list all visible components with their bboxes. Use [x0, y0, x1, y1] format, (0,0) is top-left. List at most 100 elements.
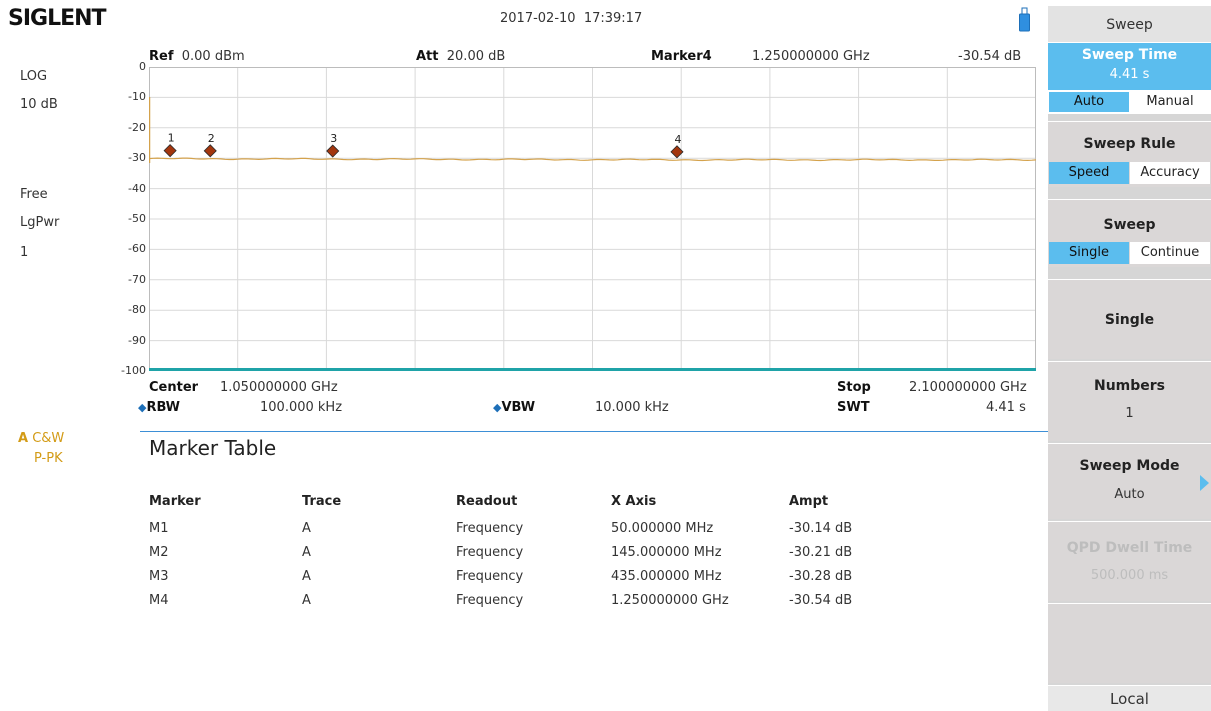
sweep-mode-value: Auto — [1114, 487, 1145, 502]
y-tick-label: -70 — [128, 272, 146, 286]
swt-label: SWT — [837, 400, 870, 415]
y-tick-label: -100 — [121, 364, 146, 377]
marker-table-cell: -30.28 dB — [789, 569, 853, 584]
stop-label: Stop — [837, 380, 871, 395]
marker-table-header: Ampt — [789, 494, 829, 509]
y-tick-label: -30 — [128, 151, 146, 165]
marker-4-label: 4 — [674, 133, 681, 146]
marker-1-diamond[interactable] — [163, 144, 177, 158]
marker-table-cell: 50.000000 MHz — [611, 521, 714, 536]
trace-mode: C&W — [32, 431, 65, 446]
sweep-time-value: 4.41 s — [1109, 67, 1150, 82]
avg-type: LgPwr — [20, 215, 60, 230]
graph-grid — [149, 67, 1036, 371]
marker-table-cell: M1 — [149, 521, 169, 536]
y-tick-label: -50 — [128, 212, 146, 225]
detector-mode: P-PK — [34, 451, 63, 466]
sweep-time-manual[interactable]: Manual — [1130, 92, 1210, 112]
trigger-mode: Free — [20, 187, 48, 202]
marker-table-cell: A — [302, 545, 311, 560]
marker-table-header: Trace — [302, 494, 342, 509]
marker-table-header: X Axis — [611, 494, 657, 509]
siglent-logo: SIGLENT — [8, 6, 107, 31]
sweep-rule-accuracy[interactable]: Accuracy — [1130, 162, 1210, 184]
marker-table-cell: -30.21 dB — [789, 545, 853, 560]
y-tick-label: -10 — [128, 90, 146, 104]
sweep-title: Sweep — [1103, 217, 1156, 233]
marker-table-cell: 435.000000 MHz — [611, 569, 722, 584]
marker-3-label: 3 — [330, 132, 337, 145]
sweep-time-key[interactable]: Sweep Time 4.41 s — [1048, 42, 1211, 90]
rbw-value[interactable]: 100.000 kHz — [260, 400, 342, 415]
y-tick-label: 0 — [139, 60, 146, 73]
swt-value[interactable]: 4.41 s — [986, 400, 1026, 415]
local-button[interactable]: Local — [1048, 685, 1211, 711]
marker-table-cell: A — [302, 593, 311, 608]
y-tick-label: -40 — [128, 181, 146, 195]
y-tick-label: -90 — [128, 333, 146, 347]
marker-table-cell: M2 — [149, 545, 169, 560]
sweep-rule-key[interactable]: Sweep Rule Speed Accuracy — [1048, 121, 1211, 187]
datetime: 2017-02-10 17:39:17 — [500, 11, 642, 26]
avg-count: 1 — [20, 245, 29, 260]
single-key[interactable]: Single — [1048, 279, 1211, 359]
active-marker-label: Marker4 — [651, 49, 712, 64]
usb-icon — [1019, 7, 1030, 32]
ref-label: Ref — [149, 49, 174, 64]
center-freq[interactable]: 1.050000000 GHz — [220, 380, 338, 395]
marker-3-diamond[interactable] — [326, 144, 340, 158]
noise-floor-strip — [149, 368, 1036, 371]
marker-table-cell: -30.54 dB — [789, 593, 853, 608]
active-marker-ampt: -30.54 dB — [958, 49, 1022, 64]
trace-indicator: A C&W — [18, 431, 64, 446]
numbers-value: 1 — [1125, 406, 1134, 421]
date-text: 2017-02-10 — [500, 11, 576, 26]
numbers-key[interactable]: Numbers 1 — [1048, 361, 1211, 441]
submenu-arrow-icon — [1200, 475, 1209, 491]
sweep-mode-key[interactable]: Sweep Mode Auto — [1048, 443, 1211, 519]
rbw-label: ◆RBW — [138, 400, 181, 415]
sweep-mode-title: Sweep Mode — [1079, 458, 1180, 474]
y-tick-label: -60 — [128, 242, 146, 256]
sweep-time-title: Sweep Time — [1081, 47, 1178, 63]
y-tick-label: -20 — [128, 120, 146, 134]
marker-table-cell: Frequency — [456, 521, 524, 536]
sweep-time-toggle[interactable]: Auto Manual — [1048, 90, 1211, 114]
sweep-rule-title: Sweep Rule — [1083, 136, 1176, 152]
marker-table-cell: Frequency — [456, 569, 524, 584]
qpd-dwell-value: 500.000 ms — [1090, 568, 1169, 583]
ref-value: 0.00 dBm — [181, 49, 245, 64]
marker-table-cell: A — [302, 569, 311, 584]
marker-table-cell: Frequency — [456, 593, 524, 608]
center-label: Center — [149, 380, 199, 395]
menu-title: Sweep — [1048, 6, 1211, 42]
marker-table-header: Marker — [149, 494, 201, 509]
stop-freq[interactable]: 2.100000000 GHz — [909, 380, 1027, 395]
qpd-dwell-key: QPD Dwell Time 500.000 ms — [1048, 521, 1211, 601]
scale-div: 10 dB — [20, 97, 58, 112]
marker-table-cell: A — [302, 521, 311, 536]
qpd-dwell-title: QPD Dwell Time — [1066, 540, 1193, 556]
sweep-key[interactable]: Sweep Single Continue — [1048, 199, 1211, 267]
ref-level: Ref 0.00 dBm — [149, 49, 245, 64]
marker-table-cell: 1.250000000 GHz — [611, 593, 729, 608]
sweep-single[interactable]: Single — [1049, 242, 1129, 264]
att-value: 20.00 dB — [446, 49, 506, 64]
single-label: Single — [1104, 312, 1155, 328]
scale-type: LOG — [20, 69, 48, 84]
sweep-continue[interactable]: Continue — [1130, 242, 1210, 264]
attenuation: Att 20.00 dB — [416, 49, 505, 64]
marker-table-cell: Frequency — [456, 545, 524, 560]
marker-2-diamond[interactable] — [203, 144, 217, 158]
spectrum-graph[interactable]: 1 2 3 4 — [149, 67, 1036, 371]
att-label: Att — [416, 49, 439, 64]
sweep-rule-speed[interactable]: Speed — [1049, 162, 1129, 184]
empty-key — [1048, 603, 1211, 683]
marker-table-divider — [140, 431, 1048, 432]
sweep-time-auto[interactable]: Auto — [1049, 92, 1129, 112]
trace-label: A — [18, 431, 29, 446]
time-text: 17:39:17 — [583, 11, 643, 26]
marker-table-cell: M4 — [149, 593, 169, 608]
vbw-value[interactable]: 10.000 kHz — [595, 400, 669, 415]
marker-table-title: Marker Table — [149, 436, 277, 460]
